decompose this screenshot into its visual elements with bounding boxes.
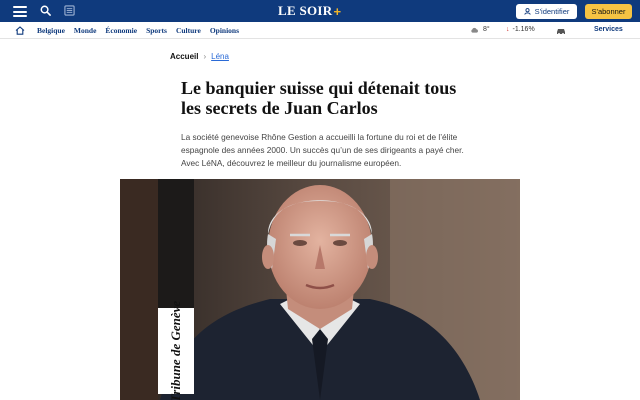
home-icon[interactable] — [15, 26, 25, 35]
subscribe-label: S'abonner — [591, 7, 626, 16]
nav-item-culture[interactable]: Culture — [176, 26, 201, 35]
nav-items: Belgique Monde Économie Sports Culture O… — [37, 22, 248, 39]
market-widget[interactable]: ↓ -1.16% — [506, 26, 535, 33]
subscribe-button[interactable]: S'abonner — [585, 4, 632, 19]
cloud-icon — [471, 27, 478, 33]
weather-widget[interactable]: 8° — [470, 26, 490, 33]
article-lead: La société genevoise Rhône Gestion a acc… — [181, 132, 464, 168]
search-icon[interactable] — [40, 5, 51, 16]
nav-item-belgique[interactable]: Belgique — [37, 26, 65, 35]
down-arrow-icon: ↓ — [506, 26, 510, 33]
login-label: S'identifier — [534, 7, 570, 16]
nav-item-opinions[interactable]: Opinions — [210, 26, 239, 35]
breadcrumb-current[interactable]: Léna — [211, 52, 229, 61]
nav-item-economie[interactable]: Économie — [105, 26, 137, 35]
chevron-right-icon: › — [203, 52, 207, 61]
photo-badge-stripe — [158, 179, 194, 308]
weather-temp: 8° — [483, 26, 490, 33]
market-change: -1.16% — [512, 26, 535, 33]
menu-icon[interactable] — [13, 6, 27, 17]
services-link[interactable]: Services — [594, 26, 623, 33]
newspaper-icon[interactable] — [64, 5, 75, 16]
user-icon — [524, 8, 531, 15]
login-button[interactable]: S'identifier — [516, 4, 577, 19]
nav-item-monde[interactable]: Monde — [74, 26, 97, 35]
logo-plus-icon: + — [333, 3, 342, 19]
site-logo[interactable]: LE SOIR + — [278, 3, 342, 19]
top-bar: LE SOIR + S'identifier S'abonner — [0, 0, 640, 22]
article-headline: Le banquier suisse qui détenait tous les… — [181, 78, 457, 118]
nav-item-sports[interactable]: Sports — [146, 26, 167, 35]
photo-badge-label: Tribune de Genève — [158, 300, 194, 400]
photo-badge-text: Tribune de Genève — [168, 300, 184, 400]
section-nav: Belgique Monde Économie Sports Culture O… — [0, 22, 640, 39]
breadcrumb: Accueil › Léna — [170, 52, 229, 61]
breadcrumb-home[interactable]: Accueil — [170, 52, 198, 61]
car-icon[interactable] — [556, 27, 566, 35]
logo-text: LE SOIR — [278, 3, 333, 18]
